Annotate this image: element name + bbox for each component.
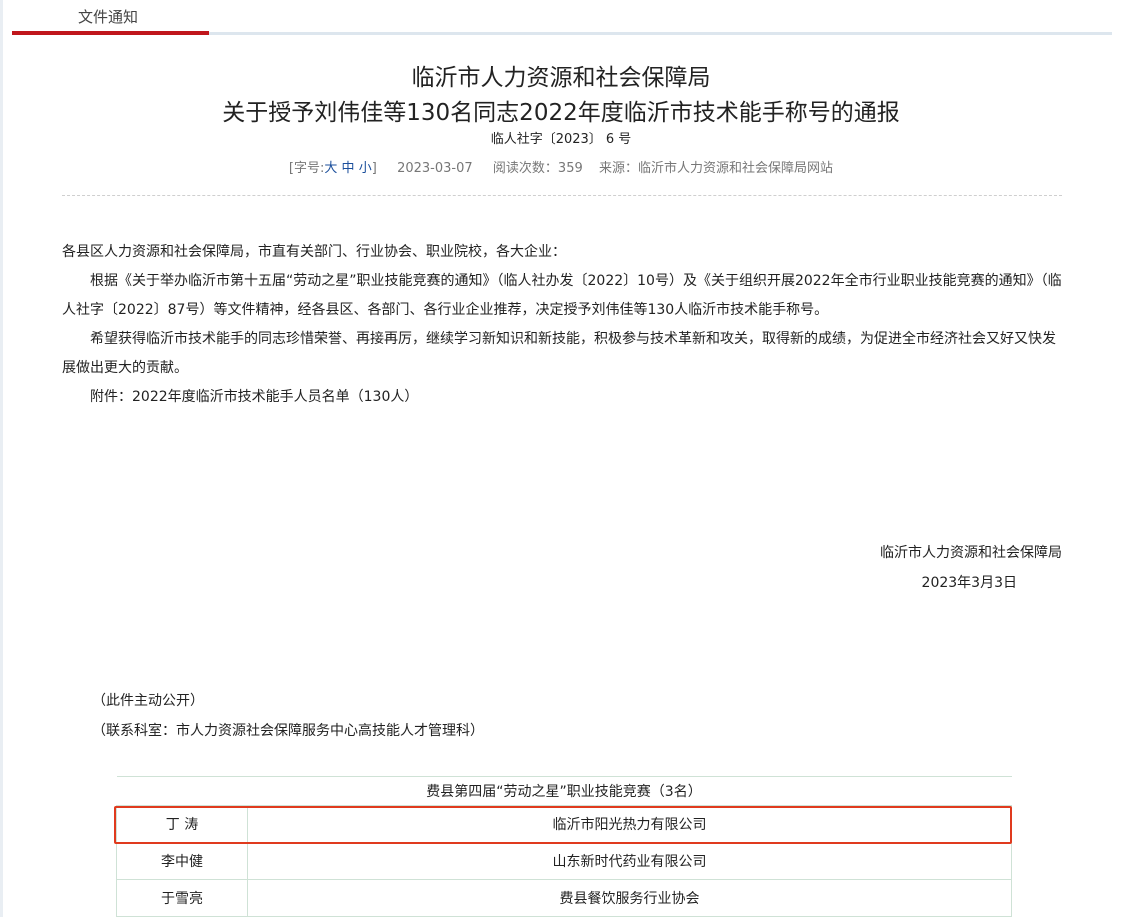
- awardee-name: 于雪亮: [116, 879, 248, 917]
- meta-divider: [62, 195, 1062, 196]
- paragraph-hope: 希望获得临沂市技术能手的同志珍惜荣誉、再接再厉，继续学习新知识和新技能，积极参与…: [62, 331, 1056, 376]
- font-size-large-button[interactable]: 大: [324, 161, 337, 176]
- tab-file-notice[interactable]: 文件通知: [78, 6, 138, 27]
- awardee-org: 临沂市阳光热力有限公司: [247, 805, 1012, 843]
- table-row: 于雪亮 费县餐饮服务行业协会: [116, 879, 1012, 917]
- table-row: 丁 涛 临沂市阳光热力有限公司: [116, 805, 1012, 843]
- signature-org: 临沂市人力资源和社会保障局: [880, 545, 1062, 561]
- page-title-issuer: 临沂市人力资源和社会保障局: [411, 65, 711, 91]
- page-title: 关于授予刘伟佳等130名同志2022年度临沂市技术能手称号的通报: [222, 100, 900, 126]
- paragraph-basis: 根据《关于举办临沂市第十五届“劳动之星”职业技能竞赛的通知》（临人社办发〔202…: [62, 273, 1062, 318]
- table-row: 李中健 山东新时代药业有限公司: [116, 842, 1012, 880]
- tab-bar: 文件通知: [0, 0, 1122, 40]
- active-tab-indicator: [12, 31, 209, 35]
- font-size-prefix: [字号:: [288, 161, 325, 176]
- salutation: 各县区人力资源和社会保障局，市直有关部门、行业协会、职业院校，各大企业：: [62, 244, 566, 260]
- attachment-line: 附件：2022年度临沂市技术能手人员名单（130人）: [90, 389, 419, 405]
- awardee-table: 费县第四届“劳动之星”职业技能竞赛（3名） 丁 涛 临沂市阳光热力有限公司 李中…: [116, 776, 1012, 917]
- table-header-row: 费县第四届“劳动之星”职业技能竞赛（3名）: [116, 776, 1012, 806]
- publish-date: 2023-03-07: [397, 161, 473, 176]
- public-note: （此件主动公开）: [92, 693, 204, 709]
- signature-date: 2023年3月3日: [921, 575, 1017, 591]
- font-size-suffix: ]: [371, 161, 377, 176]
- read-count: 359: [557, 161, 583, 176]
- tab-bar-divider: [209, 32, 1112, 35]
- document-number: 临人社字〔2023〕 6 号: [490, 132, 632, 147]
- article-meta: [字号:大 中 小] 2023-03-07 阅读次数：359 来源：临沂市人力资…: [0, 157, 1122, 176]
- font-size-small-button[interactable]: 小: [359, 161, 372, 176]
- table-group-header: 费县第四届“劳动之星”职业技能竞赛（3名）: [116, 776, 1012, 806]
- contact-note: （联系科室：市人力资源社会保障服务中心高技能人才管理科）: [92, 723, 484, 739]
- source-label: 来源：: [599, 161, 639, 176]
- font-size-medium-button[interactable]: 中: [342, 161, 355, 176]
- awardee-name: 丁 涛: [116, 805, 248, 843]
- article-body: 各县区人力资源和社会保障局，市直有关部门、行业协会、职业院校，各大企业： 根据《…: [62, 238, 1062, 412]
- awardee-name: 李中健: [116, 842, 248, 880]
- source: 临沂市人力资源和社会保障局网站: [638, 161, 834, 176]
- awardee-org: 费县餐饮服务行业协会: [247, 879, 1012, 917]
- awardee-org: 山东新时代药业有限公司: [247, 842, 1012, 880]
- read-count-label: 阅读次数：: [492, 161, 558, 176]
